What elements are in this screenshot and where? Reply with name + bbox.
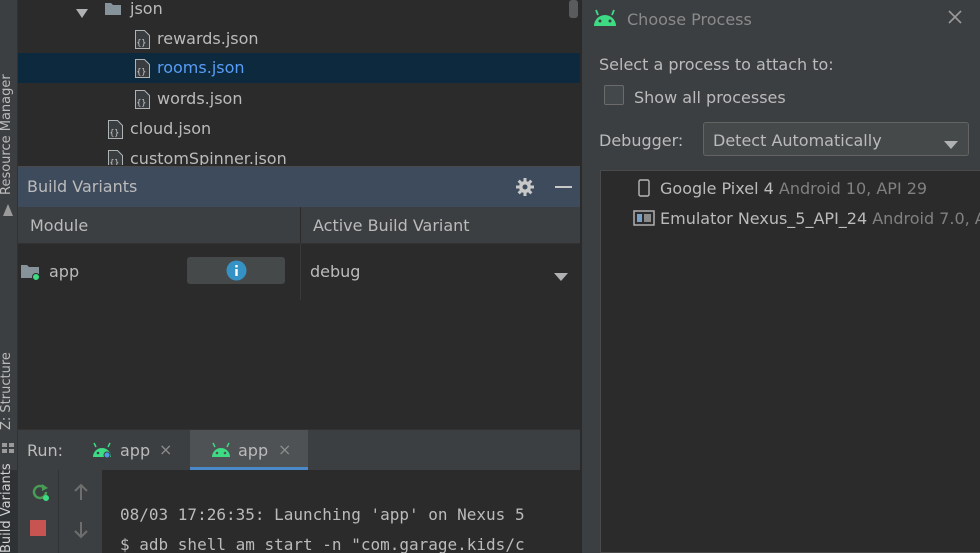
column-header-module[interactable]: Module (30, 216, 88, 235)
variant-select[interactable]: debug (310, 262, 360, 281)
module-name: app (49, 262, 80, 281)
android-icon (593, 9, 617, 31)
panel-title: Build Variants (27, 177, 138, 196)
table-row[interactable]: app debug (18, 244, 580, 301)
module-folder-icon (20, 263, 42, 285)
device-name: Google Pixel 4 (660, 179, 774, 198)
device-detail: Android 10, API 29 (778, 179, 928, 198)
json-file-icon: {} (135, 30, 150, 49)
project-tree: json {} rewards.json {} rooms.json {} wo… (18, 0, 580, 165)
build-variants-empty-area (18, 300, 580, 428)
debugger-value: Detect Automatically (713, 131, 882, 150)
svg-text:{}: {} (110, 128, 120, 137)
tree-item-cloud-json[interactable]: {} cloud.json (18, 114, 580, 144)
tree-item-label: rewards.json (157, 29, 259, 48)
android-icon (211, 442, 231, 462)
run-tool-window-header: Run: app × app × (18, 429, 580, 470)
run-tab-app-1[interactable]: app × (83, 430, 188, 470)
resource-manager-icon (2, 202, 14, 216)
svg-text:{}: {} (110, 158, 120, 165)
console-line: 08/03 17:26:35: Launching 'app' on Nexus… (120, 505, 525, 524)
build-variants-header: Build Variants (18, 166, 580, 207)
run-tab-app-2[interactable]: app × (190, 430, 308, 470)
stop-icon[interactable] (30, 520, 46, 536)
run-toolbar (18, 470, 102, 553)
emulator-icon (633, 210, 655, 230)
svg-text:{}: {} (137, 67, 147, 76)
device-detail: Android 7.0, A (872, 209, 980, 228)
json-file-icon: {} (108, 120, 123, 139)
tree-item-rooms-json[interactable]: {} rooms.json (18, 53, 580, 83)
arrow-up-icon[interactable] (73, 483, 89, 505)
dialog-title: Choose Process (627, 10, 752, 29)
chevron-down-icon (944, 135, 958, 154)
phone-icon (638, 179, 650, 201)
process-list[interactable]: Google Pixel 4 Android 10, API 29 Emulat… (600, 170, 980, 553)
debugger-select[interactable]: Detect Automatically (703, 122, 969, 156)
arrow-down-icon[interactable] (73, 521, 89, 543)
json-file-icon: {} (135, 59, 150, 78)
tree-item-words-json[interactable]: {} words.json (18, 84, 580, 114)
left-tool-strip: Resource Manager Z: Structure Build Vari… (0, 0, 18, 553)
run-console[interactable]: 08/03 17:26:35: Launching 'app' on Nexus… (102, 470, 580, 553)
minimize-icon[interactable] (555, 186, 572, 188)
tree-item-customspinner-json[interactable]: {} customSpinner.json (18, 144, 580, 165)
tree-item-label: customSpinner.json (130, 149, 287, 165)
show-all-processes-label[interactable]: Show all processes (634, 88, 786, 107)
close-icon[interactable] (947, 9, 963, 29)
device-emulator-nexus-5[interactable]: Emulator Nexus_5_API_24 Android 7.0, A (601, 206, 980, 236)
info-button[interactable] (187, 257, 285, 284)
structure-tab[interactable]: Z: Structure (0, 352, 14, 430)
svg-text:{}: {} (137, 38, 147, 47)
close-icon[interactable]: × (278, 440, 291, 459)
chevron-down-icon[interactable] (76, 4, 88, 23)
device-name: Emulator Nexus_5_API_24 (660, 209, 868, 228)
gear-icon[interactable] (515, 177, 535, 201)
resource-manager-tab[interactable]: Resource Manager (0, 74, 14, 195)
choose-process-dialog: Choose Process Select a process to attac… (581, 0, 980, 553)
svg-text:{}: {} (137, 98, 147, 107)
tree-item-label: words.json (157, 89, 243, 108)
android-icon (92, 442, 112, 462)
chevron-down-icon[interactable] (554, 267, 568, 286)
tree-item-json-folder[interactable]: json (18, 0, 580, 24)
dialog-prompt: Select a process to attach to: (599, 55, 834, 74)
tree-item-label: cloud.json (130, 119, 212, 138)
run-label: Run: (27, 441, 64, 460)
rerun-icon[interactable] (30, 482, 50, 506)
build-variants-tab[interactable]: Build Variants (0, 463, 14, 553)
debugger-label: Debugger: (599, 131, 684, 150)
run-tab-label: app (120, 441, 151, 460)
tree-item-label: json (130, 0, 163, 18)
device-google-pixel-4[interactable]: Google Pixel 4 Android 10, API 29 (601, 176, 980, 206)
folder-icon (104, 1, 122, 20)
tree-scrollbar[interactable] (569, 0, 578, 18)
structure-icon (1, 440, 15, 454)
json-file-icon: {} (108, 150, 123, 165)
close-icon[interactable]: × (159, 440, 172, 459)
json-file-icon: {} (135, 90, 150, 109)
column-header-variant[interactable]: Active Build Variant (313, 216, 470, 235)
show-all-processes-checkbox[interactable] (604, 85, 624, 105)
run-tab-label: app (238, 441, 269, 460)
console-line: $ adb shell am start -n "com.garage.kids… (120, 535, 525, 553)
build-variants-table-header: Module Active Build Variant (18, 207, 580, 244)
tree-item-rewards-json[interactable]: {} rewards.json (18, 24, 580, 54)
tree-item-label: rooms.json (157, 58, 245, 77)
